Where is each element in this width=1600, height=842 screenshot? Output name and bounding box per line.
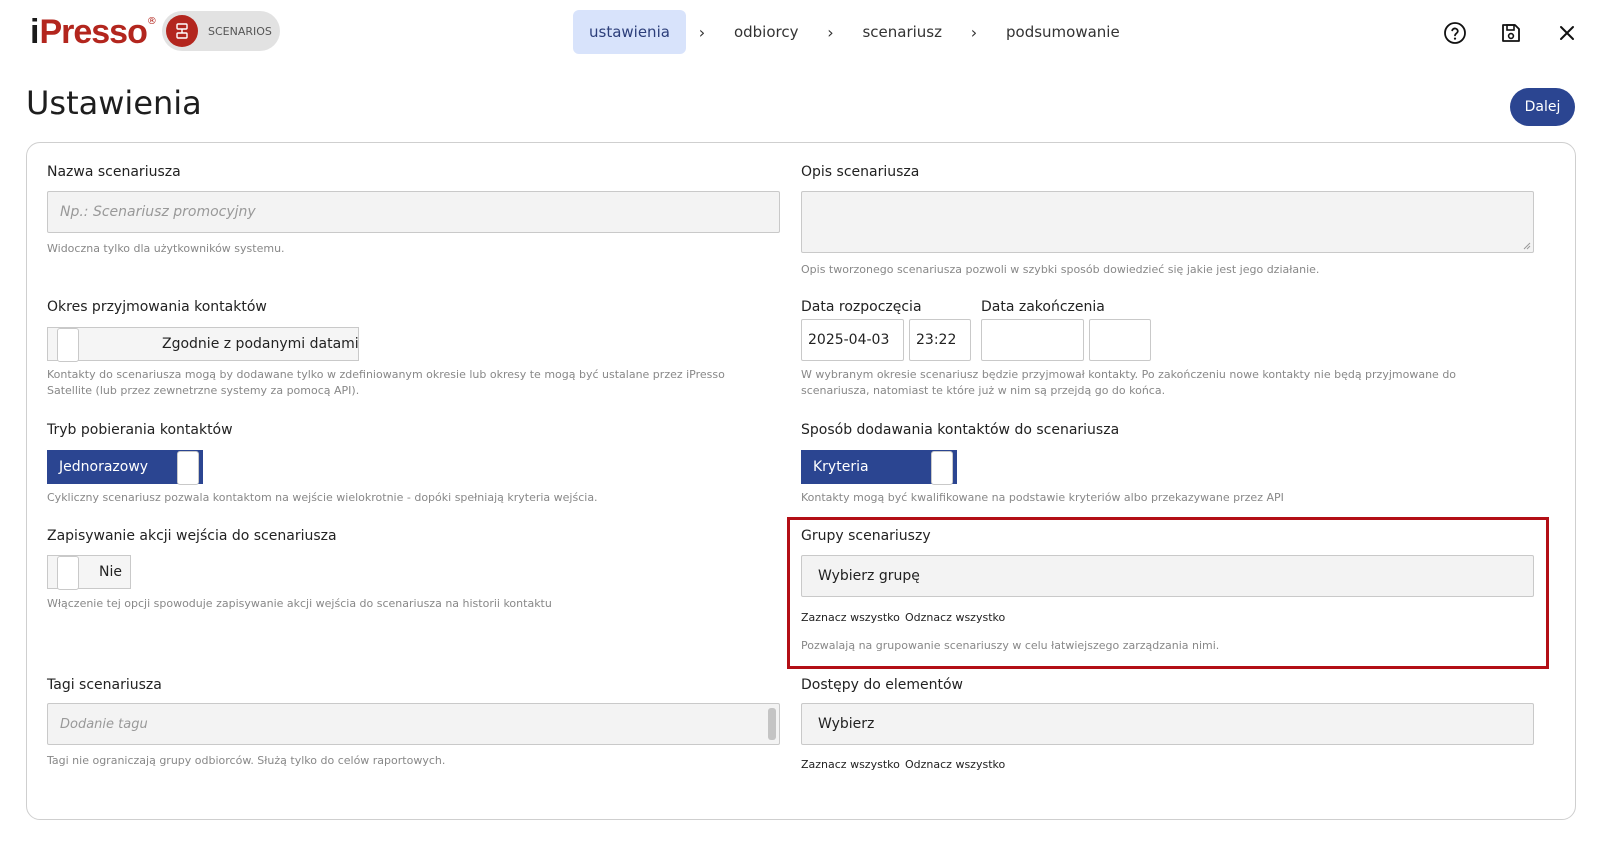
access-select[interactable]: Wybierz [801,703,1534,745]
save-entry-label: Zapisywanie akcji wejścia do scenariusza [47,528,337,544]
step-podsumowanie[interactable]: podsumowanie [990,10,1136,54]
chevron-right-icon: › [698,22,706,42]
ipresso-logo[interactable]: i Presso ® [30,12,157,52]
step-scenariusz[interactable]: scenariusz [846,10,958,54]
scenarios-module-icon [166,15,198,47]
description-label: Opis scenariusza [801,164,920,180]
name-hint: Widoczna tylko dla użytkowników systemu. [47,242,285,255]
page-title: Ustawienia [26,84,202,122]
tags-input[interactable] [60,716,767,732]
adding-toggle[interactable]: Kryteria [801,450,957,485]
mode-toggle[interactable]: Jednorazowy [47,450,203,485]
end-date-input[interactable] [981,319,1084,361]
wizard-steps: ustawienia › odbiorcy › scenariusz › pod… [573,10,1136,54]
groups-hint: Pozwalają na grupowanie scenariuszy w ce… [801,639,1220,652]
tags-label: Tagi scenariusza [47,677,162,693]
tags-scrollbar[interactable] [768,708,776,740]
groups-deselect-all-link[interactable]: Odznacz wszystko [905,611,1005,624]
step-odbiorcy[interactable]: odbiorcy [718,10,815,54]
logo-i: i [30,13,40,51]
groups-select[interactable]: Wybierz grupę [801,555,1534,597]
end-date-label: Data zakończenia [981,299,1105,315]
start-date-input[interactable]: 2025-04-03 [801,319,904,361]
adding-hint: Kontakty mogą być kwalifikowane na podst… [801,491,1284,504]
tags-hint: Tagi nie ograniczają grupy odbiorców. Sł… [47,754,446,767]
toggle-knob [177,451,199,485]
end-time-input[interactable] [1089,319,1151,361]
logo-registered: ® [146,16,157,27]
groups-label: Grupy scenariuszy [801,528,931,544]
save-icon[interactable] [1498,20,1524,46]
access-label: Dostępy do elementów [801,677,964,693]
description-hint: Opis tworzonego scenariusza pozwoli w sz… [801,263,1320,276]
dates-hint: W wybranym okresie scenariusz będzie prz… [801,368,1457,397]
top-actions [1442,20,1580,46]
module-label: SCENARIOS [208,24,272,38]
period-label: Okres przyjmowania kontaktów [47,299,267,315]
name-field-wrapper [47,191,780,233]
mode-toggle-text: Jednorazowy [59,459,149,475]
start-date-label: Data rozpoczęcia [801,299,922,315]
start-time-input[interactable]: 23:22 [909,319,971,361]
groups-select-all-link[interactable]: Zaznacz wszystko [801,611,900,624]
save-entry-toggle-text: Nie [99,564,122,580]
period-hint: Kontakty do scenariusza mogą by dodawane… [47,368,725,397]
tags-field-wrapper [47,703,780,745]
period-toggle[interactable]: Zgodnie z podanymi datami [47,327,359,362]
access-select-all-link[interactable]: Zaznacz wszystko [801,758,900,771]
access-deselect-all-link[interactable]: Odznacz wszystko [905,758,1005,771]
step-ustawienia[interactable]: ustawienia [573,10,686,54]
top-bar: i Presso ® SCENARIOS ustawienia › odbior… [0,0,1600,66]
mode-label: Tryb pobierania kontaktów [47,422,233,438]
toggle-knob [57,328,79,362]
name-label: Nazwa scenariusza [47,164,181,180]
adding-label: Sposób dodawania kontaktów do scenariusz… [801,422,1120,438]
help-icon[interactable] [1442,20,1468,46]
adding-toggle-text: Kryteria [813,459,869,475]
scenario-name-input[interactable] [60,204,767,220]
next-button[interactable]: Dalej [1510,88,1575,126]
toggle-knob [931,451,953,485]
resize-handle-icon[interactable] [1523,242,1531,250]
logo-presso: Presso [39,13,147,51]
toggle-knob [57,556,79,590]
chevron-right-icon: › [827,22,834,42]
description-textarea[interactable] [801,191,1534,253]
save-entry-hint: Włączenie tej opcji spowoduje zapisywani… [47,597,552,610]
close-icon[interactable] [1554,20,1580,46]
period-toggle-text: Zgodnie z podanymi datami [162,336,359,352]
module-switcher[interactable]: SCENARIOS [162,11,280,51]
chevron-right-icon: › [970,22,978,42]
save-entry-toggle[interactable]: Nie [47,555,131,590]
mode-hint: Cykliczny scenariusz pozwala kontaktom n… [47,491,598,504]
